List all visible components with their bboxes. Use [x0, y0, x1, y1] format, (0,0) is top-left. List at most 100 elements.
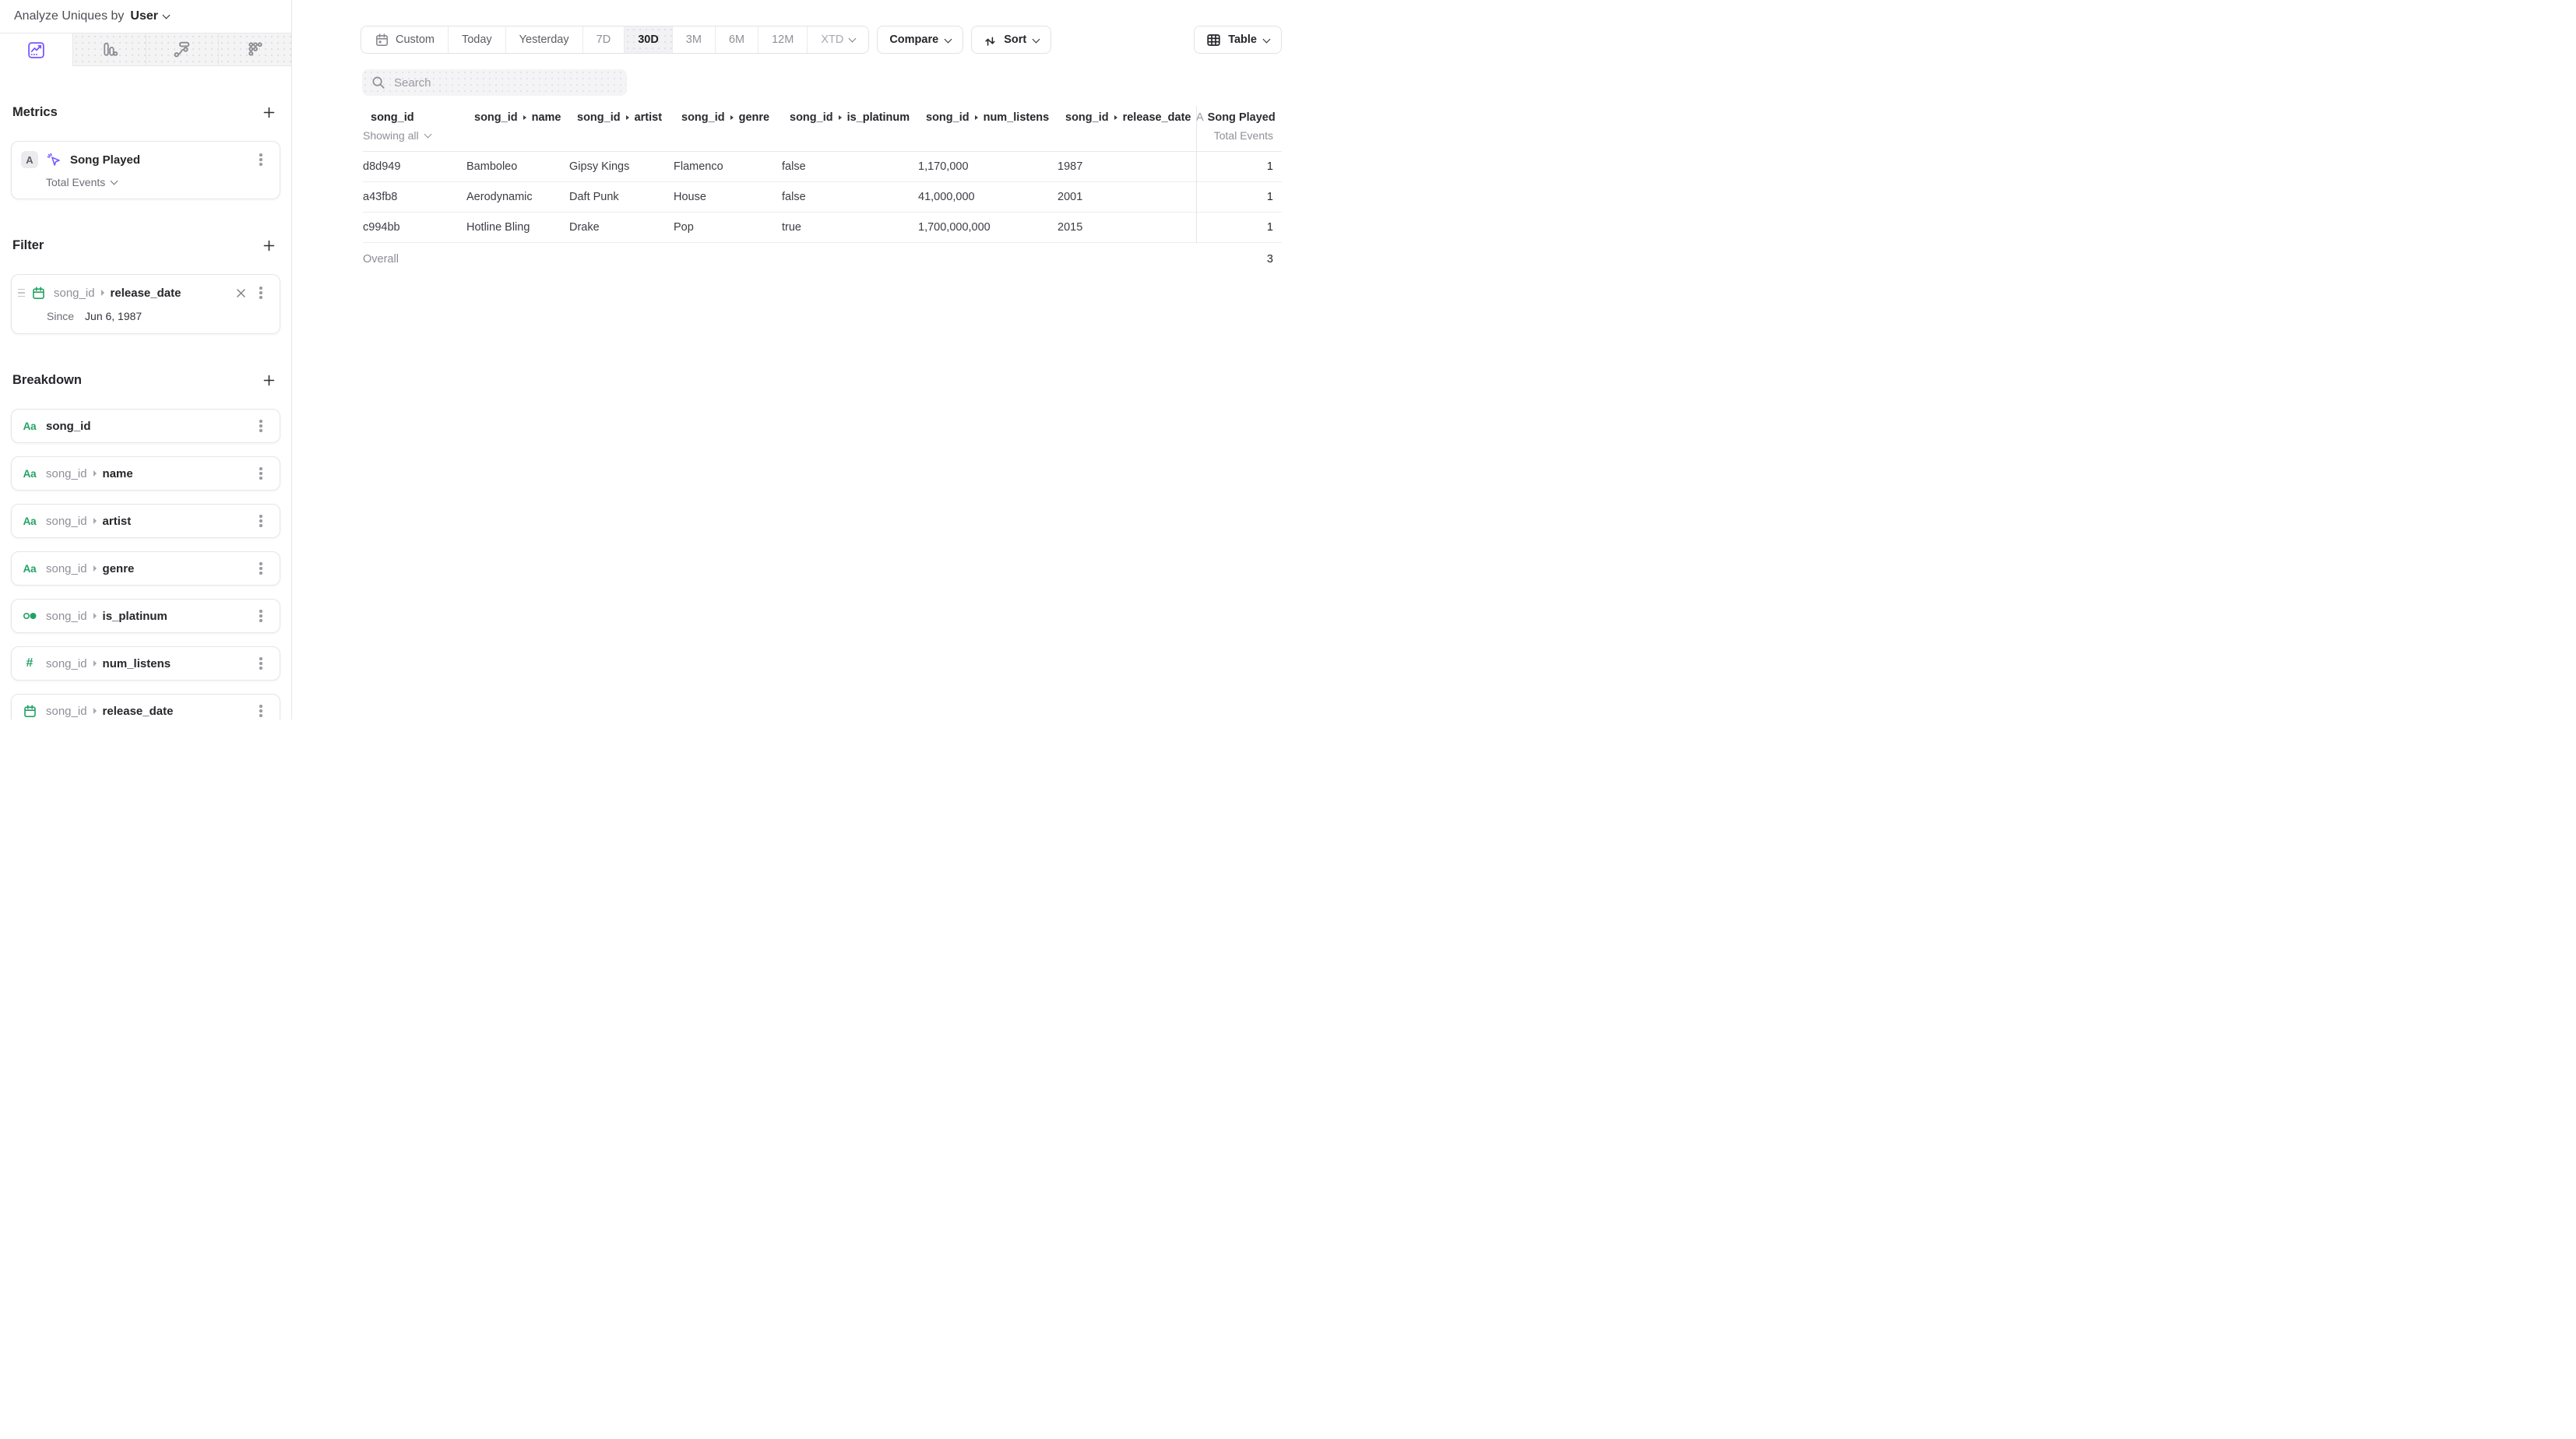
breakdown-options-button[interactable]	[252, 512, 270, 530]
breadcrumb-property: num_listens	[984, 111, 1050, 124]
filter-property: release_date	[111, 287, 181, 300]
breakdown-options-button[interactable]	[252, 702, 270, 720]
breakdown-options-button[interactable]	[252, 559, 270, 578]
range-custom[interactable]: Custom	[361, 26, 448, 53]
breadcrumb-property: release_date	[103, 705, 174, 718]
breakdown-item[interactable]: song_idrelease_date by Year	[11, 694, 280, 720]
breakdown-options-button[interactable]	[252, 607, 270, 625]
breakdown-options-button[interactable]	[252, 417, 270, 435]
results-table: song_idShowing allsong_idnamesong_idarti…	[363, 106, 1282, 275]
table-row: a43fb8AerodynamicDaft PunkHousefalse41,0…	[363, 182, 1282, 213]
breakdown-list: Aasong_id Aasong_idname Aasong_idartist …	[11, 409, 280, 720]
search-input[interactable]	[392, 76, 618, 90]
breadcrumb-caret-icon	[1114, 115, 1117, 120]
breadcrumb-property: genre	[739, 111, 770, 124]
breakdown-item[interactable]: song_idis_platinum	[11, 599, 280, 633]
breadcrumb-caret-icon	[93, 660, 97, 667]
breakdown-options-button[interactable]	[252, 654, 270, 673]
add-filter-button[interactable]	[259, 235, 279, 255]
breadcrumb-caret-icon	[730, 115, 734, 120]
tab-bar-chart[interactable]	[72, 33, 146, 66]
metric-cell: 1	[1196, 221, 1282, 234]
boolean-type-icon	[21, 610, 38, 622]
column-header-num_listens[interactable]: song_idnum_listens	[918, 111, 1057, 124]
metric-cell: 1	[1196, 191, 1282, 203]
date-range-picker: CustomTodayYesterday7D30D3M6M12MXTD	[361, 26, 869, 54]
kebab-icon	[259, 519, 262, 522]
range-6m[interactable]: 6M	[715, 26, 758, 53]
sort-button[interactable]: Sort	[971, 26, 1051, 54]
filter-options-button[interactable]	[252, 283, 270, 302]
drag-handle-icon[interactable]	[18, 289, 25, 297]
filter-breadcrumb[interactable]: song_id release_date	[54, 287, 181, 300]
breakdown-item[interactable]: Aasong_idartist	[11, 504, 280, 538]
metric-cell: 1	[1196, 160, 1282, 173]
breadcrumb-property: genre	[103, 562, 135, 575]
cell: 1,700,000,000	[918, 221, 1057, 234]
chevron-down-icon	[1263, 35, 1271, 43]
range-yesterday[interactable]: Yesterday	[505, 26, 582, 53]
insights-report: Analyze Uniques by User Metrics A	[0, 0, 1288, 720]
remove-filter-button[interactable]	[231, 283, 250, 302]
column-header-artist[interactable]: song_idartist	[569, 111, 674, 124]
chevron-down-icon	[163, 11, 171, 19]
metric-card[interactable]: A Song Played Total Events	[11, 141, 280, 199]
breakdown-item[interactable]: Aasong_idgenre	[11, 551, 280, 586]
entity-selector[interactable]: User	[130, 9, 169, 23]
cell: Hotline Bling	[466, 221, 569, 234]
text-type-icon: Aa	[21, 515, 38, 527]
view-selector-button[interactable]: Table	[1194, 26, 1282, 54]
cell: a43fb8	[363, 191, 466, 203]
range-3m[interactable]: 3M	[672, 26, 715, 53]
range-7d[interactable]: 7D	[582, 26, 625, 53]
text-type-icon: Aa	[21, 468, 38, 480]
column-header-song_id[interactable]: song_idShowing all	[363, 111, 466, 142]
filter-card[interactable]: song_id release_date Since Jun 6, 1987	[11, 274, 280, 334]
breadcrumb-property: name	[103, 467, 133, 480]
dot-grid-icon	[245, 40, 265, 59]
showing-all-filter[interactable]: Showing all	[363, 129, 466, 142]
metric-column-header[interactable]: ASong PlayedTotal Events	[1196, 111, 1282, 142]
text-type-icon: Aa	[21, 563, 38, 575]
add-metric-button[interactable]	[259, 102, 279, 122]
range-30d[interactable]: 30D	[624, 26, 672, 53]
breakdown-item[interactable]: Aasong_idname	[11, 456, 280, 491]
range-xtd[interactable]: XTD	[807, 26, 868, 53]
metric-options-button[interactable]	[252, 150, 270, 169]
sort-arrows-icon	[984, 33, 997, 47]
overall-label: Overall	[363, 253, 466, 266]
breadcrumb-property: is_platinum	[847, 111, 910, 124]
plus-icon	[263, 240, 275, 252]
breakdown-item[interactable]: #song_idnum_listens	[11, 646, 280, 681]
breadcrumb-property: song_id	[46, 420, 91, 433]
column-header-genre[interactable]: song_idgenre	[674, 111, 782, 124]
aggregation-selector[interactable]: Total Events	[46, 176, 270, 188]
series-badge: A	[21, 151, 38, 168]
cell: 2015	[1057, 221, 1196, 234]
plus-icon	[263, 107, 275, 118]
breakdown-item[interactable]: Aa song_id	[11, 409, 280, 443]
report-toolbar: CustomTodayYesterday7D30D3M6M12MXTD Comp…	[361, 26, 1282, 54]
range-today[interactable]: Today	[448, 26, 505, 53]
breadcrumb-property: artist	[635, 111, 662, 124]
breadcrumb-caret-icon	[93, 708, 97, 714]
tab-dot-grid[interactable]	[218, 33, 291, 66]
compare-button[interactable]: Compare	[877, 26, 963, 54]
column-header-is_platinum[interactable]: song_idis_platinum	[782, 111, 918, 124]
column-header-release_date[interactable]: song_idrelease_date	[1057, 111, 1196, 124]
breadcrumb-property: is_platinum	[103, 610, 167, 623]
filter-operator[interactable]: Since	[47, 310, 74, 322]
range-12m[interactable]: 12M	[758, 26, 807, 53]
column-header-name[interactable]: song_idname	[466, 111, 569, 124]
breakdown-options-button[interactable]	[252, 464, 270, 483]
breadcrumb-caret-icon	[93, 518, 97, 524]
add-breakdown-button[interactable]	[259, 370, 279, 390]
tab-flow[interactable]	[146, 33, 219, 66]
table-row: c994bbHotline BlingDrakePoptrue1,700,000…	[363, 213, 1282, 243]
filter-value[interactable]: Jun 6, 1987	[85, 310, 142, 322]
chevron-down-icon	[111, 177, 118, 185]
text-type-icon: Aa	[21, 420, 38, 432]
tab-line-chart[interactable]	[0, 33, 72, 66]
query-builder-body: Metrics A Song Played Total Events	[0, 66, 291, 720]
cell: Aerodynamic	[466, 191, 569, 203]
